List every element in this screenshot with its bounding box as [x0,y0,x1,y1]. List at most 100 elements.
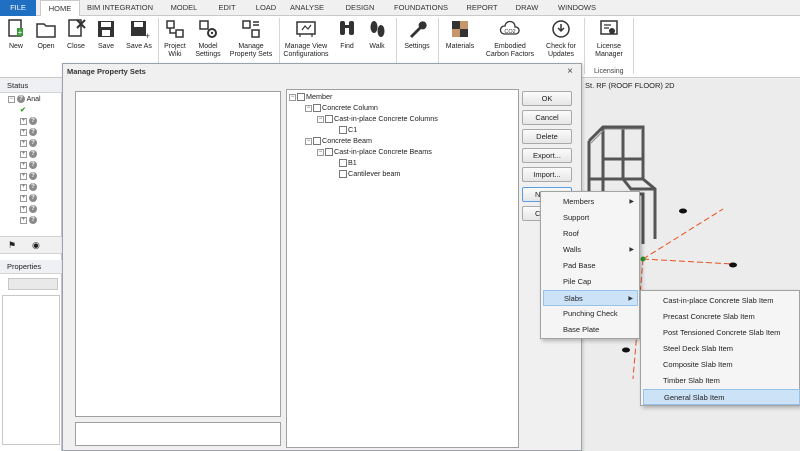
menu-item-roof[interactable]: Roof [543,226,638,242]
export-button[interactable]: Export... [522,148,572,163]
ok-button[interactable]: OK [522,91,572,106]
tree-node-b1[interactable]: B1 [339,158,357,168]
tab-bim-integration[interactable]: BIM INTEGRATION [84,0,156,16]
tree-node-cast-in-place-beams[interactable]: − Cast-in-place Concrete Beams [317,147,432,157]
menu-item-composite-slab[interactable]: Composite Slab Item [643,357,800,373]
tab-report[interactable]: REPORT [462,0,502,16]
expand-toggle[interactable]: + [20,139,27,147]
tab-home[interactable]: HOME [40,0,80,17]
expand-toggle[interactable]: + [20,161,27,169]
display-icon[interactable]: ◉ [32,240,40,251]
import-button[interactable]: Import... [522,167,572,182]
concrete-column-checkbox[interactable] [313,104,321,113]
check-for-updates-button[interactable]: Check for Updates [542,18,580,59]
model-settings-button[interactable]: Model Settings [192,18,224,59]
tab-foundations[interactable]: FOUNDATIONS [390,0,452,16]
delete-button[interactable]: Delete [522,129,572,144]
status-tree-item[interactable]: +? [20,150,37,160]
menu-item-pad-base[interactable]: Pad Base [543,258,638,274]
expand-toggle[interactable]: + [20,205,27,213]
tree-node-cast-in-place-columns[interactable]: − Cast-in-place Concrete Columns [317,114,438,124]
status-tree-item[interactable]: +? [20,194,37,204]
expand-toggle[interactable]: + [20,117,27,125]
status-tree-root[interactable]: −? Anal [8,95,41,105]
collapse-toggle[interactable]: − [317,115,324,123]
tab-draw[interactable]: DRAW [510,0,544,16]
property-set-detail-box[interactable] [75,422,281,446]
filter-icon[interactable]: ⚑ [8,240,16,251]
b1-checkbox[interactable] [339,159,347,168]
menu-item-pile-cap[interactable]: Pile Cap [543,274,638,290]
tree-node-c1[interactable]: C1 [339,125,357,135]
property-sets-list[interactable] [75,91,281,417]
concrete-beam-checkbox[interactable] [313,137,321,146]
status-tree-item[interactable]: +? [20,161,37,171]
status-tree-item[interactable]: ✔ [20,106,26,116]
new-button[interactable]: + New [2,18,30,51]
tab-analyse[interactable]: ANALYSE [284,0,330,16]
save-as-button[interactable]: + Save As [122,18,156,51]
menu-item-base-plate[interactable]: Base Plate [543,322,638,338]
expand-toggle[interactable]: + [20,150,27,158]
expand-toggle[interactable]: + [20,216,27,224]
tab-design[interactable]: DESIGN [338,0,382,16]
status-tree-item[interactable]: +? [20,172,37,182]
tab-edit[interactable]: EDIT [212,0,242,16]
tree-node-concrete-beam[interactable]: − Concrete Beam [305,136,372,146]
find-button[interactable]: Find [334,18,360,51]
tab-file[interactable]: FILE [0,0,36,16]
open-button[interactable]: Open [32,18,60,51]
menu-item-steel-deck-slab[interactable]: Steel Deck Slab Item [643,341,800,357]
save-button[interactable]: Save [93,18,119,51]
menu-item-post-tensioned-slab[interactable]: Post Tensioned Concrete Slab Item [643,325,800,341]
menu-item-timber-slab[interactable]: Timber Slab Item [643,373,800,389]
embodied-carbon-factors-button[interactable]: CO2 Embodied Carbon Factors [482,18,538,59]
menu-item-precast-concrete-slab[interactable]: Precast Concrete Slab Item [643,309,800,325]
status-tree-item[interactable]: +? [20,139,37,149]
dialog-close-button[interactable]: × [567,64,573,80]
collapse-toggle[interactable]: − [8,95,15,103]
cip-beams-checkbox[interactable] [325,148,333,157]
tab-model[interactable]: MODEL [164,0,204,16]
property-tree-pane[interactable]: − Member − Concrete Column − Cast-in-place … [286,89,519,448]
collapse-toggle[interactable]: − [305,104,312,112]
collapse-toggle[interactable]: − [305,137,312,145]
status-tree-item[interactable]: +? [20,183,37,193]
manage-property-sets-button[interactable]: Manage Property Sets [226,18,276,59]
tab-load[interactable]: LOAD [250,0,282,16]
expand-toggle[interactable]: + [20,183,27,191]
tree-node-member[interactable]: − Member [289,92,332,102]
cancel-button[interactable]: Cancel [522,110,572,125]
status-tree-item[interactable]: +? [20,117,37,127]
menu-item-slabs[interactable]: Slabs ▶ [543,290,638,306]
tree-node-concrete-column[interactable]: − Concrete Column [305,103,378,113]
tree-node-cantilever-beam[interactable]: Cantilever beam [339,169,400,179]
menu-item-punching-check[interactable]: Punching Check [543,306,638,322]
menu-item-walls[interactable]: Walls ▶ [543,242,638,258]
tab-windows[interactable]: WINDOWS [552,0,602,16]
license-manager-button[interactable]: License Manager [588,18,630,59]
properties-selector[interactable] [8,278,58,290]
close-button[interactable]: Close [62,18,90,51]
status-tree-item[interactable]: +? [20,128,37,138]
cantilever-checkbox[interactable] [339,170,347,179]
expand-toggle[interactable]: + [20,172,27,180]
expand-toggle[interactable]: + [20,128,27,136]
status-tree-item[interactable]: +? [20,216,37,226]
collapse-toggle[interactable]: − [289,93,296,101]
cip-columns-checkbox[interactable] [325,115,333,124]
expand-toggle[interactable]: + [20,194,27,202]
status-tree-item[interactable]: +? [20,205,37,215]
settings-button[interactable]: Settings [400,18,434,51]
walk-button[interactable]: Walk [364,18,390,51]
member-checkbox[interactable] [297,93,305,102]
collapse-toggle[interactable]: − [317,148,324,156]
c1-checkbox[interactable] [339,126,347,135]
materials-button[interactable]: Materials [442,18,478,51]
menu-item-support[interactable]: Support [543,210,638,226]
menu-item-general-slab[interactable]: General Slab Item [643,389,800,405]
manage-view-configurations-button[interactable]: Manage View Configurations [281,18,331,59]
menu-item-members[interactable]: Members ▶ [543,194,638,210]
project-wiki-button[interactable]: Project Wiki [160,18,190,59]
menu-item-cip-concrete-slab[interactable]: Cast-in-place Concrete Slab Item [643,293,800,309]
